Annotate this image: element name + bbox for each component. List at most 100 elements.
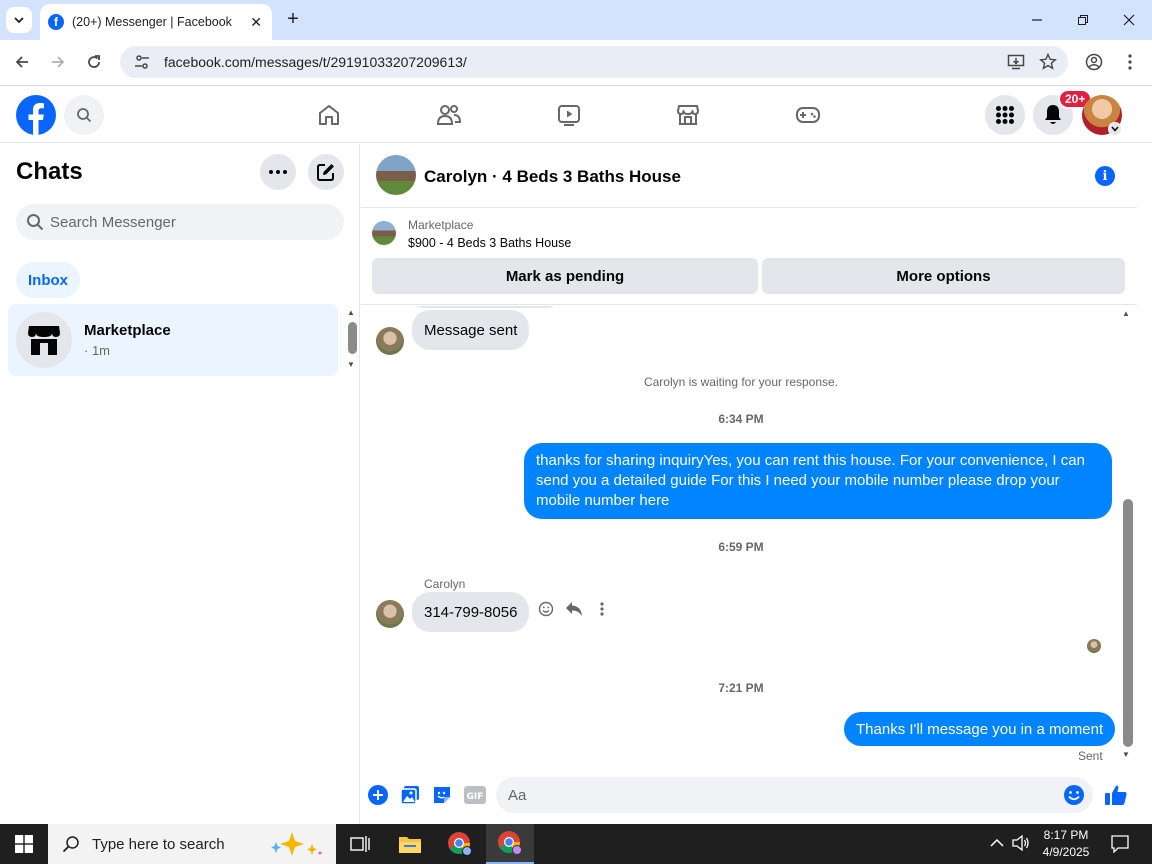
chat-options-button[interactable]	[260, 154, 296, 190]
thread-scroll-up[interactable]: ▲	[1122, 309, 1130, 318]
chevron-down-icon	[14, 17, 24, 24]
friends-nav[interactable]	[429, 95, 469, 135]
account-menu-chevron[interactable]	[1108, 122, 1122, 136]
sidebar-scroll-down[interactable]: ▼	[347, 360, 355, 369]
minimize-icon	[1032, 19, 1042, 21]
search-icon	[27, 214, 44, 231]
chrome-taskbar-button[interactable]	[436, 824, 484, 864]
tab-close-icon[interactable]: ✕	[250, 14, 262, 31]
browser-tab-bar: f (20+) Messenger | Facebook ✕ +	[0, 0, 1152, 40]
minimize-button[interactable]	[1025, 8, 1049, 32]
thumbs-up-icon	[1105, 785, 1127, 805]
folder-icon	[399, 837, 421, 853]
arrow-right-icon	[52, 56, 65, 68]
emoji-button[interactable]	[1063, 784, 1085, 811]
messenger-search[interactable]	[16, 204, 344, 240]
video-nav[interactable]	[549, 95, 589, 135]
more-vertical-icon[interactable]	[593, 600, 611, 618]
attach-photo-button[interactable]	[399, 784, 421, 806]
seen-receipt-avatar	[1087, 639, 1101, 653]
task-view-icon	[350, 836, 370, 852]
outgoing-message[interactable]: thanks for sharing inquiryYes, you can r…	[524, 443, 1112, 519]
marketplace-avatar	[16, 312, 72, 368]
incoming-message[interactable]: Message sent	[412, 310, 530, 350]
restore-button[interactable]	[1071, 8, 1095, 32]
file-explorer-button[interactable]	[386, 824, 434, 864]
chrome-active-window-button[interactable]	[486, 824, 534, 864]
notification-center-button[interactable]	[1111, 835, 1129, 856]
search-icon	[77, 108, 92, 123]
search-messenger-input[interactable]	[50, 213, 330, 231]
facebook-logo-icon[interactable]	[16, 95, 56, 135]
chat-list-item[interactable]: Marketplace · 1m	[8, 304, 338, 376]
start-button[interactable]	[0, 824, 48, 864]
compose-icon	[317, 164, 334, 181]
install-app-icon[interactable]	[1004, 50, 1028, 74]
site-settings-icon[interactable]	[132, 52, 152, 72]
more-options-button[interactable]: More options	[762, 258, 1125, 294]
browser-menu-button[interactable]	[1118, 50, 1142, 74]
image-icon	[400, 786, 419, 805]
back-button[interactable]	[10, 50, 34, 74]
thread-scroll-down[interactable]: ▼	[1122, 750, 1130, 759]
gif-button[interactable]: GIF	[463, 784, 487, 806]
facebook-search-button[interactable]	[64, 95, 104, 135]
sidebar-scroll-up[interactable]: ▲	[347, 308, 355, 317]
thread-scrollbar-thumb[interactable]	[1123, 499, 1133, 747]
like-button[interactable]	[1103, 784, 1129, 806]
reload-icon	[88, 55, 100, 68]
task-view-button[interactable]	[336, 824, 384, 864]
conversation-avatar[interactable]	[376, 155, 416, 195]
inbox-filter-tab[interactable]: Inbox	[16, 262, 80, 298]
reload-button[interactable]	[82, 50, 106, 74]
sender-avatar[interactable]	[376, 600, 404, 628]
system-clock[interactable]: 8:17 PM 4/9/2025	[1036, 827, 1096, 861]
sender-avatar[interactable]	[376, 327, 404, 355]
message-thread: Message sent Carolyn is waiting for your…	[361, 306, 1137, 768]
home-nav[interactable]	[309, 95, 349, 135]
sidebar-scrollbar-thumb[interactable]	[348, 322, 357, 354]
conversation-title[interactable]: Carolyn · 4 Beds 3 Baths House	[424, 167, 681, 187]
volume-button[interactable]	[1012, 834, 1030, 854]
chat-timestamp: · 1m	[84, 343, 110, 358]
listing-thumbnail[interactable]	[372, 221, 396, 245]
sticker-button[interactable]	[431, 784, 453, 806]
timestamp: 6:59 PM	[718, 540, 764, 554]
waiting-notice: Carolyn is waiting for your response.	[643, 375, 839, 389]
close-window-button[interactable]	[1117, 8, 1141, 32]
browser-toolbar: facebook.com/messages/t/2919103320720961…	[0, 40, 1152, 86]
marketplace-nav[interactable]	[668, 95, 708, 135]
bell-icon	[1045, 105, 1061, 124]
menu-button[interactable]	[985, 95, 1025, 135]
new-tab-button[interactable]: +	[282, 8, 304, 30]
mark-as-pending-button[interactable]: Mark as pending	[372, 258, 758, 294]
bookmark-star-icon[interactable]	[1036, 50, 1060, 74]
facebook-header: 20+	[0, 87, 1152, 143]
taskbar-search[interactable]: Type here to search	[48, 824, 336, 864]
new-message-button[interactable]	[308, 154, 344, 190]
outgoing-message[interactable]: Thanks I'll message you in a moment	[844, 712, 1116, 746]
gaming-nav[interactable]	[788, 95, 828, 135]
grid-menu-icon	[996, 106, 1014, 124]
message-input-container[interactable]	[496, 777, 1093, 813]
react-emoji-icon[interactable]	[537, 600, 555, 618]
tab-search-button[interactable]	[6, 7, 32, 33]
message-input[interactable]	[508, 786, 1048, 804]
message-composer: GIF	[361, 768, 1137, 824]
more-actions-button[interactable]	[367, 784, 389, 806]
more-vertical-icon	[1128, 54, 1132, 70]
chevron-down-icon	[1111, 126, 1119, 132]
address-bar[interactable]: facebook.com/messages/t/2919103320720961…	[120, 46, 1068, 78]
browser-tab[interactable]: f (20+) Messenger | Facebook ✕	[40, 4, 272, 40]
show-hidden-icons-button[interactable]	[990, 836, 1004, 851]
home-icon	[319, 105, 339, 125]
profile-button[interactable]	[1082, 50, 1106, 74]
arrow-left-icon	[15, 56, 28, 68]
listing-title[interactable]: $900 - 4 Beds 3 Baths House	[408, 236, 571, 250]
incoming-message[interactable]: 314-799-8056	[412, 592, 530, 632]
chat-bubble-icon	[1111, 835, 1129, 854]
plus-circle-icon	[368, 785, 388, 805]
reply-icon[interactable]	[565, 600, 583, 618]
forward-button[interactable]	[46, 50, 70, 74]
info-icon[interactable]: i	[1095, 166, 1115, 186]
